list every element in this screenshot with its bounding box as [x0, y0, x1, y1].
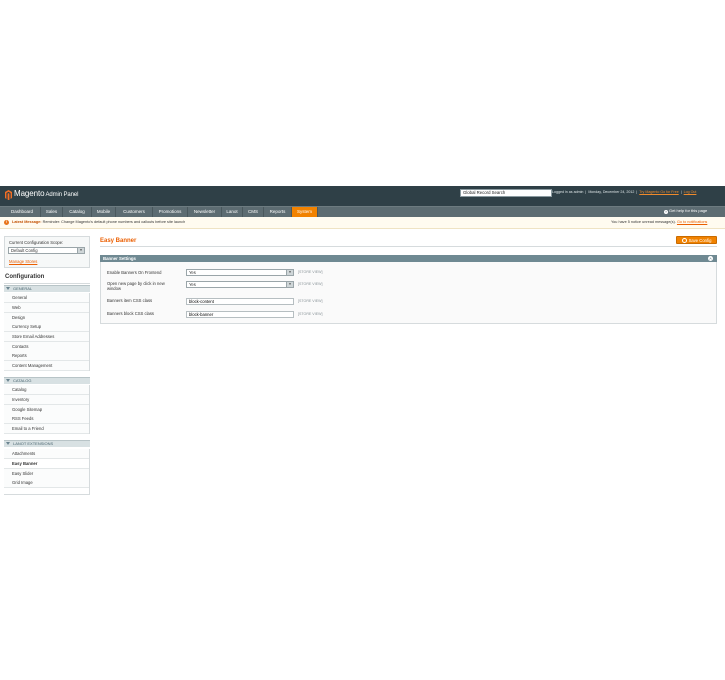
warning-icon: ! [4, 220, 9, 225]
try-magento-go-link[interactable]: Try Magento Go for Free [639, 190, 678, 194]
divider [4, 494, 90, 495]
global-search-input[interactable] [460, 189, 552, 197]
collapse-arrow-icon [6, 442, 10, 446]
nav-reports[interactable]: Reports [264, 207, 292, 217]
sidebar-item-content-management[interactable]: Content Management [4, 361, 90, 371]
latest-message: Latest Message: Reminder: Change Magento… [12, 220, 185, 224]
item-css-class-input[interactable] [186, 298, 294, 305]
nav-newsletter[interactable]: Newsletter [188, 207, 222, 217]
manage-stores-link[interactable]: Manage Stores [9, 259, 37, 264]
field-label-open-new-page: Open new page by click in new window [107, 281, 165, 292]
sidebar-item-inventory[interactable]: Inventory [4, 395, 90, 405]
block-css-class-input[interactable] [186, 311, 294, 318]
logo-wordmark: Magento [14, 189, 45, 198]
nav-lanot[interactable]: Lanot [222, 207, 243, 217]
collapse-arrow-icon [6, 379, 10, 383]
section-lanot-extensions[interactable]: Lanot Extensions [4, 440, 90, 447]
sidebar-item-general[interactable]: General [4, 293, 90, 303]
sidebar-item-reports[interactable]: Reports [4, 351, 90, 361]
header-links: Logged in as admin | Monday, December 24… [552, 190, 697, 194]
sidebar-item-currency-setup[interactable]: Currency Setup [4, 322, 90, 332]
sidebar-frame [89, 385, 90, 434]
nav-cms[interactable]: CMS [243, 207, 264, 217]
chevron-down-icon: ▾ [286, 282, 293, 287]
section-general[interactable]: General [4, 285, 90, 292]
section-catalog-title: Catalog [13, 378, 32, 383]
admin-header [0, 186, 725, 206]
divider [4, 283, 90, 284]
sidebar-item-easy-banner[interactable]: Easy Banner [4, 459, 90, 469]
sidebar-frame [89, 293, 90, 371]
sidebar-item-store-email-addresses[interactable]: Store Email Addresses [4, 332, 90, 342]
date-text: Monday, December 24, 2012 [588, 190, 635, 194]
logout-link[interactable]: Log Out [684, 190, 697, 194]
logged-in-text: Logged in as admin [552, 190, 584, 194]
scope-hint: [STORE VIEW] [298, 270, 323, 274]
title-divider [100, 246, 717, 247]
nav-promotions[interactable]: Promotions [153, 207, 188, 217]
scope-select[interactable]: Default Config ▾ [8, 247, 85, 254]
magento-logo-text[interactable]: MagentoAdmin Panel [14, 189, 78, 198]
help-icon: ? [664, 209, 668, 214]
field-label-block-css-class: Banners block CSS class [107, 311, 155, 316]
page-title: Easy Banner [100, 238, 137, 244]
save-icon [681, 237, 687, 243]
banner-settings-header[interactable]: Banner Settings [100, 255, 717, 262]
help-link[interactable]: ? Get help for this page [664, 208, 707, 214]
sidebar-item-email-to-a-friend[interactable]: Email to a Friend [4, 424, 90, 434]
chevron-down-icon: ▾ [286, 270, 293, 275]
section-catalog[interactable]: Catalog [4, 377, 90, 384]
nav-dashboard[interactable]: Dashboard [4, 207, 41, 217]
collapse-arrow-icon [6, 287, 10, 291]
section-lanot-extensions-title: Lanot Extensions [13, 441, 54, 446]
scope-hint: [STORE VIEW] [298, 299, 323, 303]
scope-select-value: Default Config [11, 248, 38, 253]
sidebar-item-attachments[interactable]: Attachments [4, 449, 90, 459]
sidebar-item-web[interactable]: Web [4, 303, 90, 313]
scope-label: Current Configuration Scope: [9, 240, 64, 245]
sidebar-item-catalog[interactable]: Catalog [4, 385, 90, 395]
magento-logo-icon [5, 190, 12, 200]
help-label: Get help for this page [669, 208, 708, 213]
sidebar-item-rss-feeds[interactable]: RSS Feeds [4, 414, 90, 424]
section-general-title: General [13, 286, 33, 291]
chevron-down-icon: ▾ [77, 248, 84, 253]
scope-hint: [STORE VIEW] [298, 282, 323, 286]
field-label-enable-banners: Enable Banners On Frontend [107, 270, 162, 275]
save-config-button[interactable]: Save Config [676, 236, 717, 244]
enable-banners-select[interactable]: Yes ▾ [186, 269, 294, 276]
open-new-window-select[interactable]: Yes ▾ [186, 281, 294, 288]
nav-customers[interactable]: Customers [116, 207, 153, 217]
unread-messages-text: You have 5 notice unread message(s). [611, 220, 676, 224]
collapse-toggle-icon[interactable]: ˄ [708, 256, 713, 261]
nav-sales[interactable]: Sales [41, 207, 63, 217]
latest-message-text: Reminder: Change Magento's default phone… [42, 220, 186, 224]
nav-system[interactable]: System [292, 207, 318, 217]
configuration-title: Configuration [5, 274, 45, 280]
go-to-notifications-link[interactable]: Go to notifications [677, 220, 707, 224]
logo-subtitle: Admin Panel [45, 192, 79, 198]
open-new-window-value: Yes [189, 282, 196, 287]
save-config-label: Save Config [688, 238, 712, 243]
scope-hint: [STORE VIEW] [298, 312, 323, 316]
enable-banners-value: Yes [189, 270, 196, 275]
notifications-summary: You have 5 notice unread message(s). Go … [611, 220, 707, 224]
sidebar-item-grid-image[interactable]: Grid Image [4, 478, 90, 488]
latest-message-label: Latest Message: [12, 220, 42, 224]
nav-catalog[interactable]: Catalog [63, 207, 92, 217]
field-label-item-css-class: Banners item CSS class [107, 298, 153, 303]
nav-mobile[interactable]: Mobile [92, 207, 116, 217]
sidebar-frame [89, 449, 90, 494]
